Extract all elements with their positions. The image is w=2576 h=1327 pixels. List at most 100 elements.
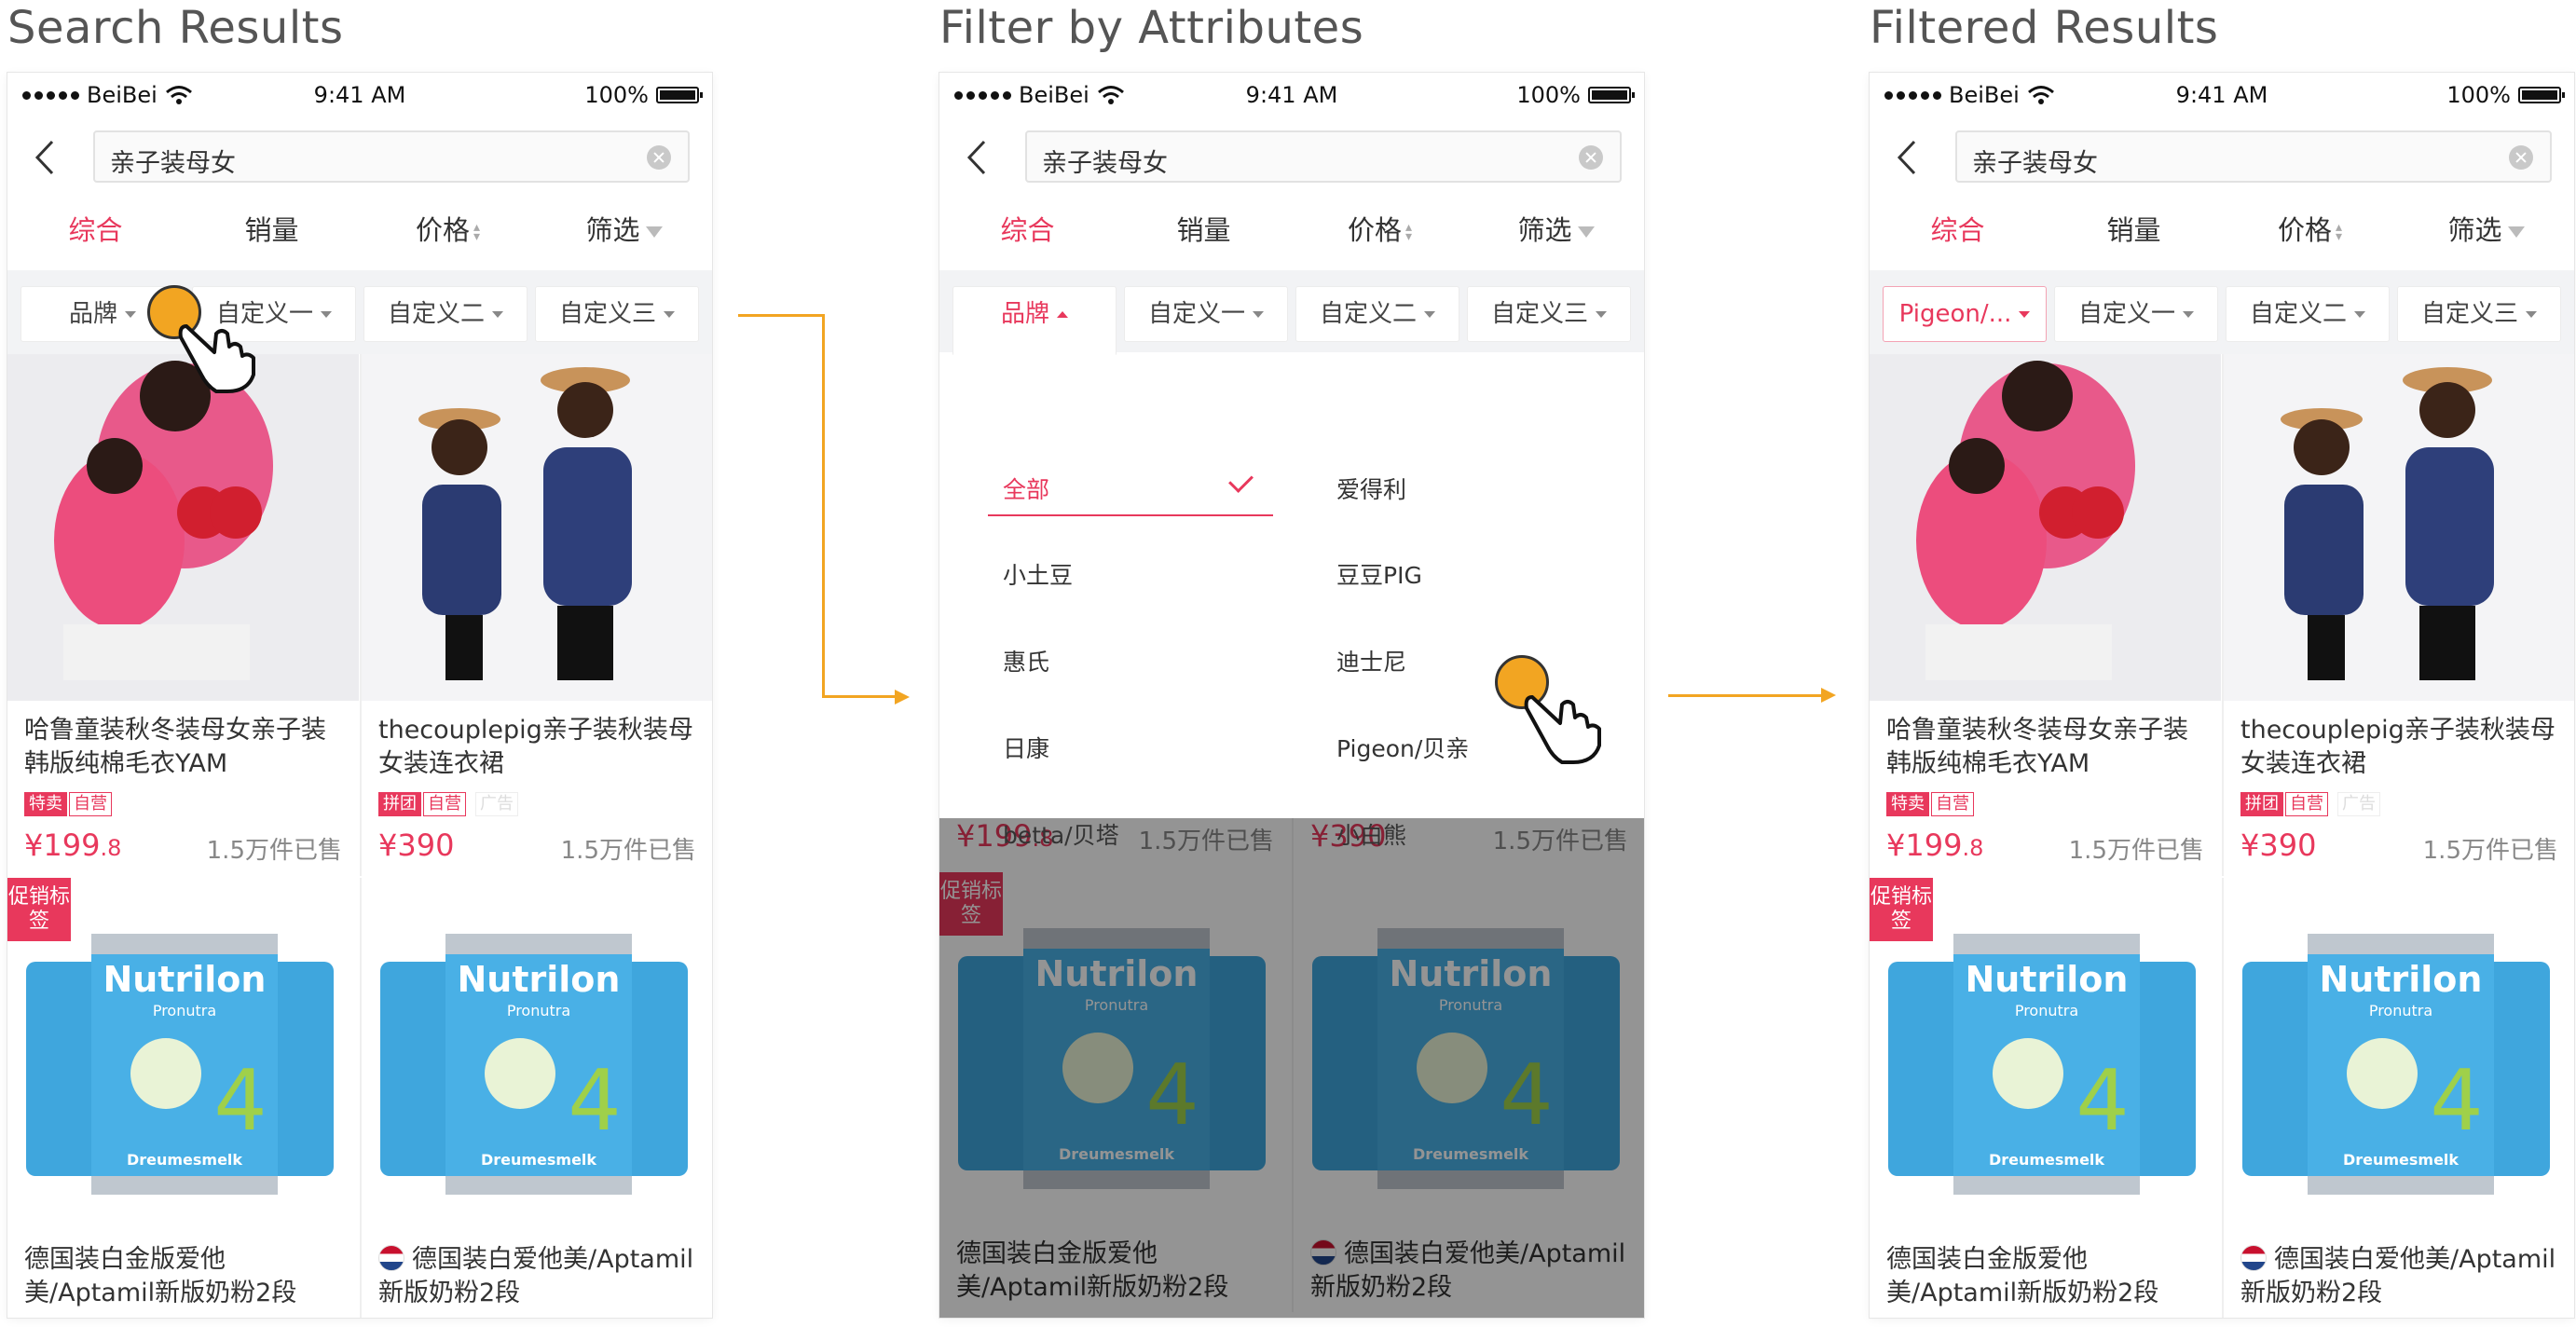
brand-option-all[interactable]: 全部 (1003, 472, 1049, 505)
price-main: ¥199 (1886, 828, 1963, 863)
product-price: ¥390 (2240, 828, 2316, 863)
tab-sales[interactable]: 销量 (184, 190, 360, 270)
sort-arrows-icon: ▴ ▾ (473, 220, 481, 244)
svg-text:Nutrilon: Nutrilon (103, 959, 267, 1000)
clear-icon[interactable] (647, 145, 671, 170)
caret-icon (1596, 311, 1607, 318)
hand-pointer-icon (1524, 695, 1601, 764)
product-card[interactable]: Nutrilon Pronutra 4 Dreumesmelk 德国装白爱他美/Apt… (360, 878, 712, 1318)
brand-option[interactable]: 惠氏 (1003, 644, 1049, 677)
tab-filter[interactable]: 筛选 (2398, 190, 2574, 270)
caret-icon (1253, 311, 1264, 318)
product-card[interactable]: Nutrilon Pronutra 4 Dreumesmelk 德国装白爱他美/Apt… (2222, 878, 2574, 1318)
chip-custom-2[interactable]: 自定义二 (2226, 286, 2390, 342)
tag-ad: 广告 (2337, 792, 2380, 816)
chip-brand-selected[interactable]: Pigeon/... (1883, 286, 2047, 342)
chip-custom-3-label: 自定义三 (1490, 300, 1588, 328)
tab-comprehensive[interactable]: 综合 (1870, 190, 2046, 270)
tag-self-operated: 自营 (2285, 792, 2328, 816)
chip-custom-3[interactable]: 自定义三 (1467, 286, 1631, 342)
phone-filter-attributes: BeiBei 9:41 AM 100% 亲子装母女 综合 销量 价格 ▴ ▾ 筛选 … (939, 73, 1644, 1318)
tab-price[interactable]: 价格 ▴ ▾ (2222, 190, 2398, 270)
stage-title-filter: Filter by Attributes (939, 2, 1364, 54)
dim-overlay[interactable] (939, 818, 1644, 1318)
chip-custom-2-label: 自定义二 (1319, 300, 1417, 328)
netherlands-flag-icon (2240, 1245, 2267, 1271)
back-icon[interactable] (28, 136, 65, 179)
product-card[interactable]: 促销标签 Nutrilon Pronutra 4 Dreumesmelk 德国装白金版… (1870, 878, 2221, 1318)
product-title: 德国装白金版爱他美/Aptamil新版奶粉2段 (24, 1245, 297, 1307)
tab-comprehensive[interactable]: 综合 (7, 190, 184, 270)
brand-option[interactable]: 豆豆PIG (1336, 557, 1422, 591)
tab-price[interactable]: 价格 ▴ ▾ (360, 190, 536, 270)
battery-percent: 100% (584, 82, 649, 108)
tab-filter[interactable]: 筛选 (1468, 190, 1644, 270)
clear-icon[interactable] (1579, 145, 1603, 170)
battery-icon (1588, 87, 1635, 103)
product-title: 德国装白爱他美/Aptamil新版奶粉2段 (2240, 1243, 2564, 1310)
tab-price-label: 价格 (2277, 214, 2332, 246)
brand-option[interactable]: betta/贝塔 (1003, 817, 1119, 851)
tag-self-operated: 自营 (69, 792, 112, 816)
product-card[interactable]: 哈鲁童装秋冬装母女亲子装韩版纯棉毛衣YAM 特卖 自营 ¥199.8 1.5万件已… (7, 354, 359, 876)
chip-brand[interactable]: 品牌 (952, 286, 1117, 355)
back-icon[interactable] (960, 136, 997, 179)
chip-custom-2[interactable]: 自定义二 (1295, 286, 1459, 342)
tab-sales[interactable]: 销量 (1116, 190, 1292, 270)
phone-filtered-results: BeiBei 9:41 AM 100% 亲子装母女 综合 销量 价格 ▴ ▾ 筛选 … (1870, 73, 2574, 1318)
search-input[interactable]: 亲子装母女 (1955, 130, 2552, 183)
tag-sale: 特卖 (24, 792, 67, 816)
product-price: ¥390 (378, 828, 454, 863)
clear-icon[interactable] (2509, 145, 2533, 170)
phone-search-results: BeiBei 9:41 AM 100% 亲子装母女 综合 销量 价格 ▴ ▾ 筛选 … (7, 73, 712, 1318)
chip-brand-label: 品牌 (68, 300, 117, 328)
battery-percent: 100% (1516, 82, 1581, 108)
tag-self-operated: 自营 (1931, 792, 1974, 816)
search-input[interactable]: 亲子装母女 (93, 130, 690, 183)
tab-price[interactable]: 价格 ▴ ▾ (1292, 190, 1468, 270)
chip-custom-3[interactable]: 自定义三 (2397, 286, 2561, 342)
funnel-icon (1577, 226, 1595, 238)
svg-text:Pronutra: Pronutra (2015, 1002, 2078, 1019)
product-card[interactable]: 哈鲁童装秋冬装母女亲子装韩版纯棉毛衣YAM 特卖 自营 ¥199.8 1.5万件已… (1870, 354, 2221, 876)
tab-sales[interactable]: 销量 (2046, 190, 2222, 270)
brand-option[interactable]: 爱得利 (1336, 472, 1406, 505)
product-title: 哈鲁童装秋冬装母女亲子装韩版纯棉毛衣YAM (1886, 716, 2188, 778)
chip-custom-2[interactable]: 自定义二 (363, 286, 528, 342)
chip-custom-1[interactable]: 自定义一 (1124, 286, 1288, 342)
chip-custom-3[interactable]: 自定义三 (535, 286, 699, 342)
sort-arrows-icon: ▴ ▾ (1404, 220, 1413, 244)
brand-option[interactable]: 迪士尼 (1336, 644, 1406, 677)
brand-option[interactable]: 小土豆 (1003, 557, 1073, 591)
caret-icon (2526, 311, 2537, 318)
search-input[interactable]: 亲子装母女 (1025, 130, 1622, 183)
brand-option-pigeon[interactable]: Pigeon/贝亲 (1336, 731, 1469, 764)
product-photo-formula-can: Nutrilon Pronutra 4Dreumesmelk (2224, 878, 2574, 1224)
svg-text:Pronutra: Pronutra (153, 1002, 216, 1019)
tab-filter[interactable]: 筛选 (536, 190, 712, 270)
product-card[interactable]: thecouplepig亲子装秋装母女装连衣裙 拼团 自营 广告 ¥390 1.5万… (360, 354, 712, 876)
sort-tabs: 综合 销量 价格 ▴ ▾ 筛选 (7, 190, 712, 270)
svg-text:Dreumesmelk: Dreumesmelk (1989, 1151, 2104, 1169)
price-decimal: .8 (1962, 835, 1984, 861)
sort-tabs: 综合 销量 价格 ▴ ▾ 筛选 (939, 190, 1644, 270)
product-photo-mother-daughter-pink (1870, 354, 2221, 701)
product-card[interactable]: 促销标签 Nutrilon Pronutra 4 Dreumesmelk 德国装白金版… (7, 878, 359, 1318)
price-decimal: .8 (100, 835, 122, 861)
back-icon[interactable] (1890, 136, 1927, 179)
brand-option[interactable]: 日康 (1003, 731, 1049, 764)
stage-title-search: Search Results (7, 2, 344, 54)
chip-custom-1[interactable]: 自定义一 (2054, 286, 2218, 342)
product-card[interactable]: thecouplepig亲子装秋装母女装连衣裙 拼团 自营 广告 ¥390 1.5万… (2222, 354, 2574, 876)
search-bar: 亲子装母女 (7, 125, 712, 190)
chip-custom-3-label: 自定义三 (2420, 300, 2518, 328)
caret-icon (2354, 311, 2365, 318)
price-main: ¥390 (2240, 828, 2317, 863)
tab-comprehensive[interactable]: 综合 (939, 190, 1116, 270)
attribute-chip-row: 品牌 自定义一 自定义二 自定义三 (939, 270, 1644, 355)
svg-text:Pronutra: Pronutra (507, 1002, 570, 1019)
promo-badge: 促销标签 (7, 878, 71, 941)
price-main: ¥390 (378, 828, 455, 863)
tag-sale: 特卖 (1886, 792, 1929, 816)
brand-option[interactable]: 小白熊 (1336, 817, 1406, 851)
